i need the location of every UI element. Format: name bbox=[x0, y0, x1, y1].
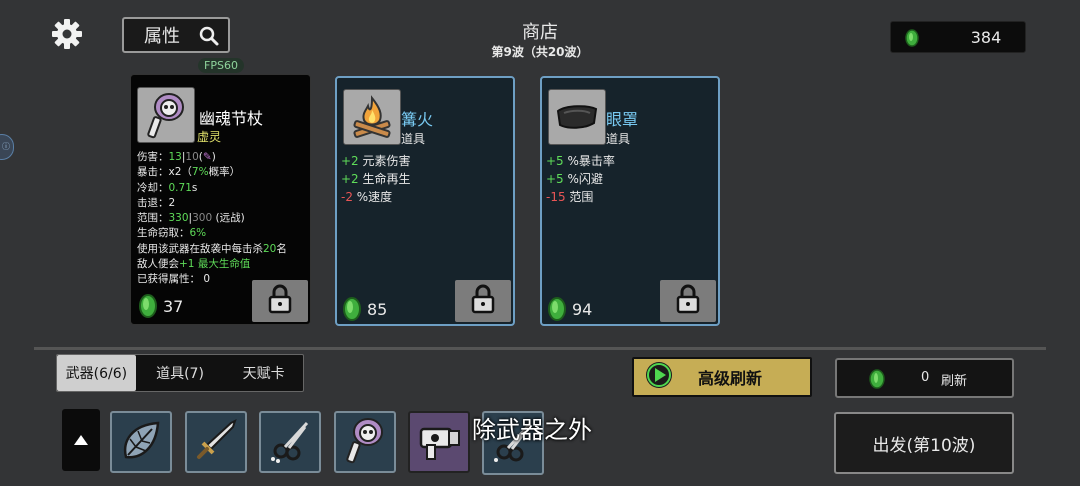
tab-talents[interactable]: 天赋卡 bbox=[224, 355, 303, 391]
stat-range: 范围：330|300 (远战) bbox=[137, 212, 245, 225]
stat-line: +5 %闪避 bbox=[546, 172, 603, 186]
stat-lifesteal: 生命窃取：6% bbox=[137, 227, 207, 240]
item-price: 85 bbox=[367, 300, 388, 319]
item-name: 篝火 bbox=[401, 110, 434, 129]
stat-line: -2 %速度 bbox=[341, 190, 393, 204]
stat-knockback: 击退：2 bbox=[137, 196, 176, 209]
item-stats: +5 %暴击率 +5 %闪避 -15 范围 bbox=[546, 152, 615, 206]
item-stats: +2 元素伤害 +2 生命再生 -2 %速度 bbox=[341, 152, 411, 206]
coin-icon bbox=[903, 29, 921, 51]
stat-line: +2 生命再生 bbox=[341, 172, 411, 186]
item-price: 94 bbox=[572, 300, 593, 319]
divider bbox=[34, 347, 1046, 350]
item-type: 道具 bbox=[401, 132, 426, 146]
blaster-icon bbox=[415, 417, 463, 467]
tab-weapons[interactable]: 武器(6/6) bbox=[57, 355, 136, 391]
expand-up-button[interactable] bbox=[62, 409, 100, 471]
fps-counter: FPS60 bbox=[198, 58, 244, 73]
inventory-slot[interactable] bbox=[185, 411, 247, 473]
stat-effect-1: 使用该武器在敌袭中每击杀20名 bbox=[137, 242, 287, 255]
stat-cooldown: 冷却：0.71s bbox=[137, 181, 198, 194]
weapon-name: 幽魂节杖 bbox=[199, 109, 264, 128]
wave-info: 第9波（共20波） bbox=[491, 45, 589, 59]
stat-line: +2 元素伤害 bbox=[341, 154, 411, 168]
lock-icon bbox=[471, 284, 495, 318]
search-icon bbox=[198, 25, 220, 52]
stat-line: -15 范围 bbox=[546, 190, 594, 204]
weapon-type: 虚灵 bbox=[197, 130, 222, 144]
stat-effect-2: 敌人便会+1 最大生命值 bbox=[137, 258, 251, 271]
refresh-button[interactable]: 0 刷新 bbox=[835, 358, 1014, 398]
stat-damage: 伤害：13|10(✎) bbox=[137, 151, 216, 163]
lock-button[interactable] bbox=[252, 280, 308, 322]
weapon-stats: 伤害：13|10(✎) 暴击：x2（7%概率） 冷却：0.71s 击退：2 范围… bbox=[137, 150, 287, 288]
arrow-up-icon bbox=[73, 431, 89, 450]
blindfold-icon bbox=[548, 89, 606, 145]
coin-icon bbox=[135, 293, 161, 323]
lock-icon bbox=[268, 284, 292, 318]
lock-icon bbox=[676, 284, 700, 318]
side-handle[interactable]: ⓘ bbox=[0, 134, 14, 160]
inventory-slot[interactable] bbox=[110, 411, 172, 473]
advanced-refresh-button[interactable]: 高级刷新 bbox=[632, 357, 812, 397]
coin-counter: 384 bbox=[890, 21, 1026, 53]
attributes-button[interactable]: 属性 bbox=[122, 17, 230, 53]
coin-icon bbox=[339, 296, 365, 326]
leaf-shield-icon bbox=[118, 417, 164, 467]
item-name: 眼罩 bbox=[606, 110, 639, 129]
scissors-icon bbox=[267, 417, 313, 467]
item-card-bonfire[interactable]: 篝火 道具 +2 元素伤害 +2 生命再生 -2 %速度 85 bbox=[335, 76, 515, 326]
lock-button[interactable] bbox=[455, 280, 511, 322]
shop-title: 商店 bbox=[522, 22, 558, 43]
inventory-slot[interactable] bbox=[334, 411, 396, 473]
refresh-cost: 0 bbox=[921, 370, 930, 385]
lock-button[interactable] bbox=[660, 280, 716, 322]
item-type: 道具 bbox=[606, 132, 631, 146]
inventory-slot[interactable] bbox=[408, 411, 470, 473]
settings-gear-icon[interactable] bbox=[50, 17, 84, 51]
item-card-blindfold[interactable]: 眼罩 道具 +5 %暴击率 +5 %闪避 -15 范围 94 bbox=[540, 76, 720, 326]
coin-icon bbox=[544, 296, 570, 326]
refresh-label: 刷新 bbox=[941, 374, 968, 389]
subtitle-caption: 除武器之外 bbox=[472, 416, 592, 444]
advanced-refresh-label: 高级刷新 bbox=[698, 369, 763, 388]
inventory-tabs: 武器(6/6) 道具(7) 天赋卡 bbox=[56, 354, 304, 392]
stat-crit: 暴击：x2（7%概率） bbox=[137, 166, 241, 179]
weapon-price: 37 bbox=[163, 297, 184, 316]
bonfire-icon bbox=[343, 89, 401, 145]
start-next-wave-button[interactable]: 出发(第10波) bbox=[834, 412, 1014, 474]
attributes-label: 属性 bbox=[144, 26, 180, 47]
inventory-slot[interactable] bbox=[259, 411, 321, 473]
coin-value: 384 bbox=[970, 28, 1002, 47]
tab-items[interactable]: 道具(7) bbox=[136, 355, 225, 391]
skull-staff-icon bbox=[342, 416, 388, 468]
play-icon bbox=[644, 360, 674, 394]
skull-staff-icon bbox=[137, 87, 195, 143]
weapon-card[interactable]: 幽魂节杖 虚灵 伤害：13|10(✎) 暴击：x2（7%概率） 冷却：0.71s… bbox=[130, 74, 311, 325]
coin-icon bbox=[867, 368, 887, 394]
stat-line: +5 %暴击率 bbox=[546, 154, 615, 168]
sword-icon bbox=[193, 417, 239, 467]
